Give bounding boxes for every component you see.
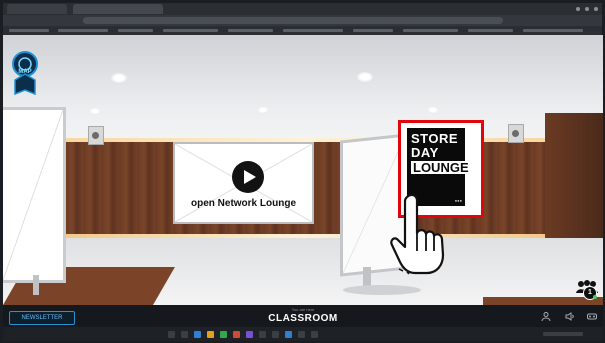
person-icon[interactable] <box>541 312 551 321</box>
ceiling-light <box>111 73 127 83</box>
pointer-hand-icon <box>390 193 445 275</box>
ceiling-light <box>90 108 100 114</box>
taskbar-app-icon[interactable] <box>233 331 240 338</box>
room-name: CLASSROOM <box>268 313 338 324</box>
ceiling-light <box>428 107 438 113</box>
system-tray[interactable] <box>543 332 583 336</box>
speaker <box>508 124 524 143</box>
taskbar-app-icon[interactable] <box>181 331 188 338</box>
taskbar-app-icon[interactable] <box>194 331 201 338</box>
bookmark-item[interactable] <box>58 29 108 32</box>
taskbar-app-icon[interactable] <box>168 331 175 338</box>
bookmarks-bar <box>3 26 602 35</box>
bookmark-item[interactable] <box>523 29 583 32</box>
browser-tab[interactable] <box>7 4 67 14</box>
visitor-counter[interactable]: 1 <box>575 279 599 301</box>
online-status-dot <box>593 295 597 299</box>
speaker <box>88 126 104 145</box>
browser-tab-bar <box>3 3 602 15</box>
ceiling-light <box>258 107 268 113</box>
app-window: open Network Lounge STORE DAY LOUNGE ●●● <box>0 0 605 343</box>
bookmark-item[interactable] <box>468 29 513 32</box>
vr-headset-icon[interactable] <box>587 312 597 321</box>
newsletter-button[interactable]: NEWSLETTER <box>9 311 75 325</box>
ceiling-light <box>357 72 373 82</box>
poster-logo: ●●● <box>454 198 462 203</box>
virtual-room-scene[interactable]: open Network Lounge STORE DAY LOUNGE ●●● <box>3 35 603 305</box>
taskbar-app-icon[interactable] <box>207 331 214 338</box>
address-bar <box>3 15 602 26</box>
bookmark-item[interactable] <box>9 29 49 32</box>
play-icon[interactable] <box>232 161 264 193</box>
left-display-screen[interactable] <box>3 107 66 283</box>
url-field[interactable] <box>83 17 503 24</box>
display-stand <box>363 267 371 287</box>
taskbar-app-icon[interactable] <box>259 331 266 338</box>
taskbar-app-icon[interactable] <box>311 331 318 338</box>
poster-text: DAY <box>411 145 439 160</box>
poster-text: LOUNGE <box>411 160 471 175</box>
map-label: MAP <box>18 69 32 75</box>
taskbar-app-icon[interactable] <box>298 331 305 338</box>
bookmark-item[interactable] <box>163 29 218 32</box>
network-lounge-screen[interactable]: open Network Lounge <box>173 142 314 224</box>
bookmark-item[interactable] <box>353 29 393 32</box>
bookmark-item[interactable] <box>118 29 153 32</box>
volume-icon[interactable] <box>565 312 575 321</box>
bookmark-item[interactable] <box>283 29 343 32</box>
taskbar-app-icon[interactable] <box>246 331 253 338</box>
taskbar-app-icon[interactable] <box>285 331 292 338</box>
display-stand <box>33 275 39 295</box>
taskbar-app-icon[interactable] <box>220 331 227 338</box>
taskbar-app-icon[interactable] <box>272 331 279 338</box>
close-icon[interactable] <box>594 7 598 11</box>
poster-text: STORE <box>411 131 459 146</box>
bookmark-item[interactable] <box>228 29 273 32</box>
minimize-icon[interactable] <box>576 7 580 11</box>
room-caption: You are here <box>291 307 315 312</box>
bookmark-item[interactable] <box>403 29 458 32</box>
bottom-control-bar: NEWSLETTER You are here CLASSROOM <box>3 305 603 327</box>
maximize-icon[interactable] <box>585 7 589 11</box>
map-button[interactable]: MAP <box>11 50 39 96</box>
os-taskbar <box>3 327 603 341</box>
display-base <box>343 285 421 295</box>
screen-label: open Network Lounge <box>191 198 296 209</box>
browser-tab-active[interactable] <box>73 4 163 14</box>
